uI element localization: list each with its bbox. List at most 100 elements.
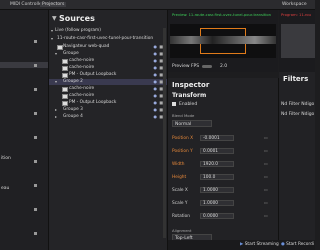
source-row[interactable]: ▸ Groupe 4 ● ■ <box>49 114 167 120</box>
eye-icon[interactable]: ● <box>154 51 158 56</box>
lock-icon[interactable] <box>34 184 37 187</box>
visibility-checkbox[interactable] <box>62 100 68 106</box>
inspector-panel: Inspector Transform Enabled Blend Mode N… <box>168 78 279 250</box>
source-row[interactable]: cache-noire ● ■ <box>49 65 167 71</box>
expand-icon[interactable]: ▾ <box>55 51 57 56</box>
filter-item[interactable]: Nd Filter Ndigo <box>281 102 314 107</box>
source-label: PM - Output Loopback <box>69 100 117 105</box>
visibility-checkbox[interactable] <box>57 44 63 50</box>
source-row[interactable]: PM - Output Loopback ● ■ <box>49 72 167 78</box>
source-label: cache-noire <box>69 86 95 91</box>
eye-icon[interactable]: ● <box>154 93 158 98</box>
left-selected-row[interactable] <box>0 62 48 68</box>
filters-panel: Filters Nd Filter Ndigo Nd Filter Ndigo <box>279 72 315 242</box>
source-label: Navigateur web-quad <box>63 44 110 49</box>
sources-scrollbar[interactable] <box>163 28 166 238</box>
eye-icon[interactable]: ● <box>154 79 158 84</box>
reset-icon[interactable]: ▭ <box>264 200 268 205</box>
lock-icon[interactable] <box>34 160 37 163</box>
eye-icon[interactable]: ● <box>154 107 158 112</box>
lock-icon[interactable] <box>34 208 37 211</box>
menu-workspace[interactable]: Workspace <box>282 2 307 7</box>
source-row[interactable]: ▾ Groupe ● ■ <box>49 51 167 57</box>
program-video[interactable] <box>281 24 315 58</box>
prop-label: Width <box>172 162 185 167</box>
lock-icon[interactable] <box>34 64 37 67</box>
expand-icon[interactable]: ▾ <box>51 36 53 41</box>
collapse-icon[interactable]: ▼ <box>52 15 57 22</box>
blend-select[interactable]: Normal <box>172 120 212 127</box>
source-label: cache-noire <box>69 93 95 98</box>
start-recording-button[interactable]: ● Start Recordi <box>281 242 314 247</box>
visibility-checkbox[interactable] <box>62 72 68 78</box>
source-label: Groupe 4 <box>63 114 83 119</box>
source-row[interactable]: cache-noire ● ■ <box>49 93 167 99</box>
preview-video[interactable] <box>170 24 276 58</box>
program-label: Program: 11-rou <box>281 13 312 17</box>
visibility-checkbox[interactable] <box>62 58 68 64</box>
reset-icon[interactable]: ▭ <box>264 148 268 153</box>
left-dock-panel: ition eau <box>0 10 49 250</box>
source-row[interactable]: ▾ 11-route-casr-first-uvec-tunel-pour-tr… <box>49 36 167 42</box>
expand-icon[interactable]: ▸ <box>55 114 57 119</box>
visibility-checkbox[interactable] <box>62 93 68 99</box>
source-label: Groupe 2 <box>63 79 83 84</box>
position-y-field[interactable]: 0.0001 <box>200 148 234 154</box>
reset-icon[interactable]: ▭ <box>264 213 268 218</box>
eye-icon[interactable]: ● <box>154 72 158 77</box>
fps-slider[interactable] <box>202 65 212 68</box>
source-row[interactable]: ▾ Live (follow program) <box>49 28 167 34</box>
menu-midi-controller[interactable]: MIDI Controller <box>10 2 44 7</box>
start-streaming-button[interactable]: ▶ Start Streaming <box>240 242 279 247</box>
enabled-checkbox[interactable] <box>172 102 176 106</box>
blend-label: Blend Mode <box>172 113 195 118</box>
reset-icon[interactable]: ▭ <box>264 161 268 166</box>
menu-bar: MIDI Controller Projectors Workspace <box>0 0 315 10</box>
eye-icon[interactable]: ● <box>154 114 158 119</box>
status-bar: ▶ Start Streaming ● Start Recordi <box>168 240 315 250</box>
source-row[interactable]: Navigateur web-quad ● ■ <box>49 44 167 50</box>
height-field[interactable]: 100.0 <box>200 174 234 180</box>
eye-icon[interactable]: ● <box>154 86 158 91</box>
reset-icon[interactable]: ▭ <box>264 187 268 192</box>
eye-icon[interactable]: ● <box>154 44 158 49</box>
play-icon: ▶ <box>240 242 244 247</box>
scale-x-field[interactable]: 1.0000 <box>200 187 234 193</box>
lock-icon[interactable] <box>34 88 37 91</box>
inspector-title: Inspector <box>172 81 210 89</box>
lock-icon[interactable] <box>34 40 37 43</box>
reset-icon[interactable]: ▭ <box>264 174 268 179</box>
eye-icon[interactable]: ● <box>154 65 158 70</box>
lock-icon[interactable] <box>34 136 37 139</box>
menu-projectors[interactable]: Projectors <box>40 2 67 7</box>
rotation-field[interactable]: 0.0000 <box>200 213 234 219</box>
visibility-checkbox[interactable] <box>62 86 68 92</box>
prop-label: Height <box>172 175 187 180</box>
filter-item[interactable]: Nd Filter Ndigo <box>281 112 314 117</box>
lock-icon[interactable] <box>34 112 37 115</box>
source-row[interactable]: PM - Output Loopback ● ■ <box>49 100 167 106</box>
expand-icon[interactable]: ▾ <box>55 79 57 84</box>
visibility-checkbox[interactable] <box>62 65 68 71</box>
alignment-label: Alignment <box>172 228 192 233</box>
preview-label: Preview: 11-route-casr-first-uvec-tunel-… <box>172 13 272 17</box>
source-label: Groupe 3 <box>63 107 83 112</box>
expand-icon[interactable]: ▸ <box>55 107 57 112</box>
start-streaming-label: Start Streaming <box>244 242 279 247</box>
reset-icon[interactable]: ▭ <box>264 135 268 140</box>
eye-icon[interactable]: ● <box>154 58 158 63</box>
source-label: 11-route-casr-first-uvec-tunel-pour-tran… <box>57 36 154 41</box>
expand-icon[interactable]: ▾ <box>51 28 53 33</box>
source-row[interactable]: ▸ Groupe 3 ● ■ <box>49 107 167 113</box>
record-icon: ● <box>281 242 285 247</box>
source-row-selected[interactable]: ▾ Groupe 2 ● ■ <box>49 79 167 85</box>
lock-icon[interactable] <box>34 232 37 235</box>
preview-panel: Preview: 11-route-casr-first-uvec-tunel-… <box>168 10 278 72</box>
source-row[interactable]: cache-noire ● ■ <box>49 58 167 64</box>
width-field[interactable]: 1920.0 <box>200 161 234 167</box>
eye-icon[interactable]: ● <box>154 100 158 105</box>
position-x-field[interactable]: -0.0001 <box>200 135 234 141</box>
prop-label: Rotation <box>172 214 190 219</box>
scale-y-field[interactable]: 1.0000 <box>200 200 234 206</box>
source-row[interactable]: cache-noire ● ■ <box>49 86 167 92</box>
